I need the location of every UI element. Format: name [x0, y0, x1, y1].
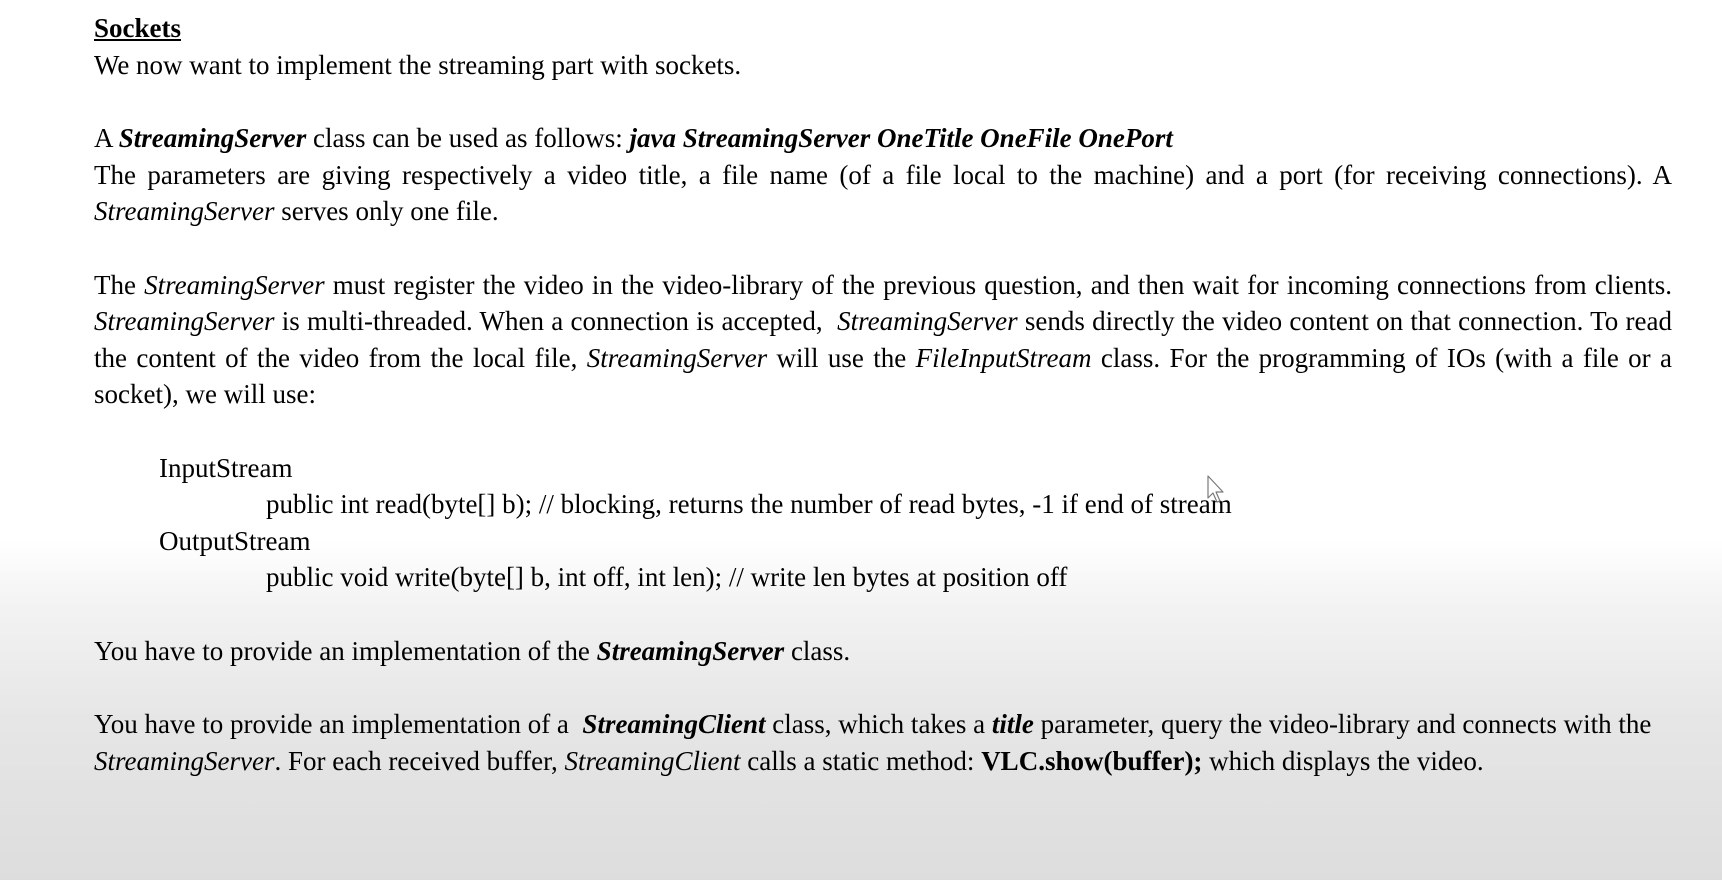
server-task-paragraph: You have to provide an implementation of… [94, 633, 1672, 670]
usage-command: java StreamingServer OneTitle OneFile On… [629, 123, 1173, 153]
heading-text: Sockets [94, 13, 181, 43]
class-name-streaming-server: StreamingServer [94, 745, 275, 776]
document-page: Sockets We now want to implement the str… [94, 10, 1672, 779]
paragraph-text: will use the [767, 342, 916, 373]
mouse-pointer-icon [1207, 475, 1224, 503]
paragraph-text: class, which takes a [765, 709, 992, 739]
parameters-text: The parameters are giving respectively a… [94, 159, 1672, 190]
class-name-streaming-server: StreamingServer [596, 635, 785, 666]
class-name-streaming-server: StreamingServer [144, 269, 325, 300]
paragraph-text: is multi-threaded. When a connection is … [274, 306, 838, 336]
api-input-stream-type: InputStream [159, 452, 293, 483]
parameters-paragraph: The parameters are giving respectively a… [94, 157, 1672, 230]
api-listing: InputStream public int read(byte[] b); /… [94, 450, 1672, 596]
api-read-method: public int read(byte[] b); // blocking, … [266, 489, 1232, 519]
class-name-streaming-server: StreamingServer [837, 306, 1018, 336]
client-task-paragraph: You have to provide an implementation of… [94, 706, 1672, 779]
paragraph-text: class. [784, 635, 851, 666]
paragraph-text: must register the video in the video-lib… [324, 269, 1672, 300]
class-name-streaming-client: StreamingClient [582, 709, 766, 739]
api-write-method: public void write(byte[] b, int off, int… [266, 562, 1068, 592]
paragraph-text: calls a static method: [740, 745, 982, 776]
usage-mid-text: class can be used as follows: [306, 123, 630, 153]
paragraph-text: The [94, 269, 145, 300]
class-name-streaming-server: StreamingServer [586, 342, 768, 373]
class-name-streaming-server: StreamingServer [94, 196, 275, 226]
vlc-show-call: VLC.show(buffer); [981, 745, 1203, 776]
paragraph-text: parameter, query the video-library and c… [1033, 709, 1652, 739]
class-name-file-input-stream: FileInputStream [915, 342, 1092, 373]
paragraph-text: You have to provide an implementation of… [94, 709, 583, 739]
class-name-streaming-client: StreamingClient [564, 745, 741, 776]
class-name-streaming-server: StreamingServer [94, 306, 275, 336]
parameters-tail-text: serves only one file. [274, 196, 499, 226]
parameter-title: title [991, 709, 1034, 739]
paragraph-text: which displays the video. [1202, 745, 1484, 776]
class-name-streaming-server: StreamingServer [118, 123, 307, 153]
intro-paragraph: We now want to implement the streaming p… [94, 49, 742, 80]
section-heading: Sockets [94, 10, 1672, 47]
usage-prefix-text: A [94, 123, 119, 153]
usage-paragraph: A StreamingServer class can be used as f… [94, 120, 1672, 157]
server-behavior-paragraph: The StreamingServer must register the vi… [94, 267, 1672, 413]
paragraph-text: You have to provide an implementation of… [94, 635, 597, 666]
api-output-stream-type: OutputStream [159, 525, 311, 556]
paragraph-text: . For each received buffer, [274, 745, 565, 776]
